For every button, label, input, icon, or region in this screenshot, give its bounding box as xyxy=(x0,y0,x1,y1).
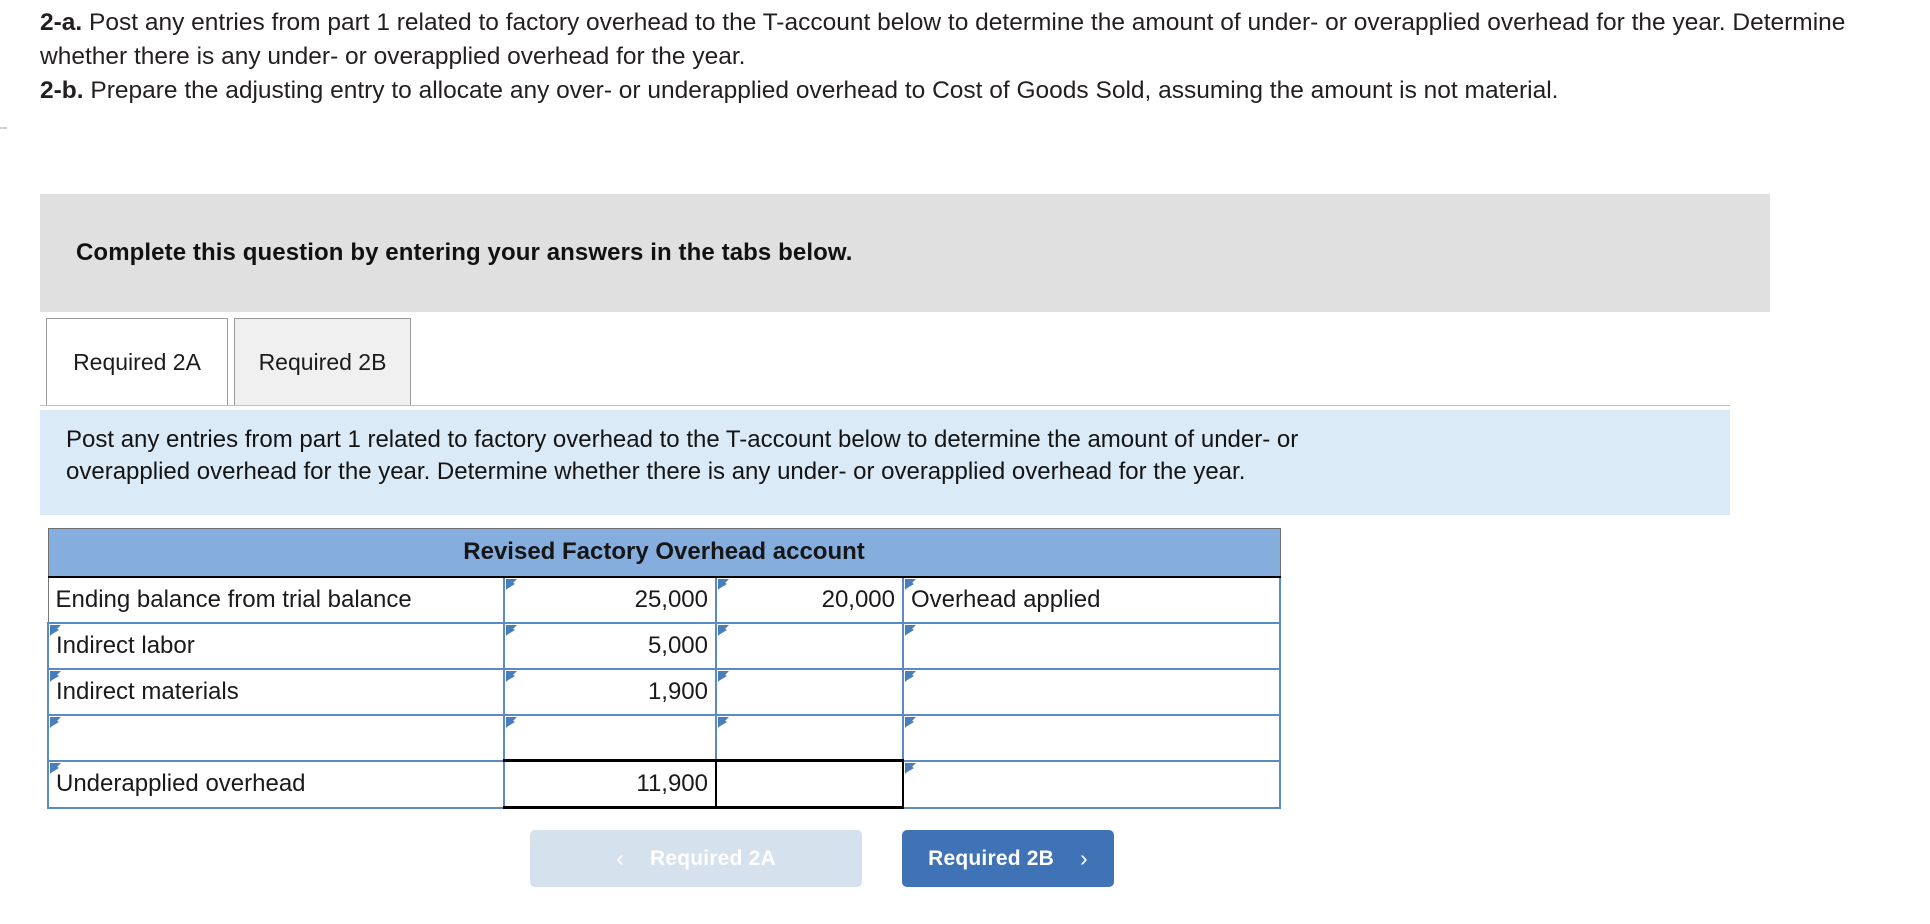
prompt-part-2b-label: 2-b. xyxy=(40,76,84,104)
previous-required-2a-button[interactable]: ‹ Required 2A xyxy=(530,830,862,887)
tab-required-2a[interactable]: Required 2A xyxy=(46,318,228,405)
debit-label-cell-1[interactable]: Ending balance from trial balance xyxy=(47,576,505,623)
credit-amount-cell-4[interactable] xyxy=(715,713,904,762)
table-row: Indirect labor 5,000 xyxy=(47,621,1282,670)
tab-instruction-line-1: Post any entries from part 1 related to … xyxy=(66,426,1299,453)
tab-bar: Required 2A Required 2B xyxy=(40,318,1730,408)
question-prompt: 2-a. Post any entries from part 1 relate… xyxy=(0,0,1930,107)
debit-amount-cell-1[interactable]: 25,000 xyxy=(503,575,717,624)
credit-label-text-1: Overhead applied xyxy=(911,585,1101,613)
previous-button-label: Required 2A xyxy=(649,846,776,870)
credit-label-cell-4[interactable] xyxy=(901,713,1282,762)
table-row-total: Underapplied overhead 11,900 xyxy=(47,759,1282,809)
debit-amount-cell-3[interactable]: 1,900 xyxy=(503,667,717,716)
tab-required-2b-label: Required 2B xyxy=(258,348,387,375)
debit-label-text-1: Ending balance from trial balance xyxy=(55,585,412,613)
table-row: Indirect materials 1,900 xyxy=(47,667,1282,716)
left-edge-artifact xyxy=(0,127,7,129)
instruction-banner-text: Complete this question by entering your … xyxy=(76,239,853,266)
instruction-banner: Complete this question by entering your … xyxy=(40,194,1770,312)
credit-amount-cell-1[interactable]: 20,000 xyxy=(715,576,904,623)
credit-amount-text-1: 20,000 xyxy=(821,585,895,613)
credit-label-cell-1[interactable]: Overhead applied xyxy=(901,575,1282,624)
t-account-header-row: Revised Factory Overhead account xyxy=(47,528,1281,578)
total-credit-label-cell[interactable] xyxy=(901,759,1282,809)
prompt-part-2b: 2-b. Prepare the adjusting entry to allo… xyxy=(40,74,1890,108)
debit-label-text-3: Indirect materials xyxy=(56,677,239,705)
tab-required-2a-label: Required 2A xyxy=(73,348,201,375)
debit-amount-text-2: 5,000 xyxy=(647,631,708,659)
t-account-title: Revised Factory Overhead account xyxy=(47,528,1281,578)
tab-bar-divider xyxy=(40,405,1730,406)
total-credit-amount-cell[interactable] xyxy=(715,759,904,809)
debit-amount-cell-2[interactable]: 5,000 xyxy=(503,621,717,670)
next-required-2b-button[interactable]: Required 2B › xyxy=(902,830,1114,887)
credit-label-cell-3[interactable] xyxy=(901,667,1282,716)
total-amount-cell[interactable]: 11,900 xyxy=(503,759,717,809)
debit-amount-cell-4[interactable] xyxy=(503,713,717,762)
footer-navigation: ‹ Required 2A Required 2B › xyxy=(530,830,1114,887)
credit-amount-cell-3[interactable] xyxy=(715,667,904,716)
tab-instruction-line-2: overapplied overhead for the year. Deter… xyxy=(66,457,1246,485)
prompt-part-2a-label: 2-a. xyxy=(40,9,83,36)
total-label-cell[interactable]: Underapplied overhead xyxy=(47,759,505,809)
prompt-part-2a-text: Post any entries from part 1 related to … xyxy=(40,9,1846,70)
table-row: Ending balance from trial balance 25,000… xyxy=(47,575,1282,624)
tab-required-2b[interactable]: Required 2B xyxy=(234,318,411,405)
credit-amount-cell-2[interactable] xyxy=(715,621,904,670)
credit-label-cell-2[interactable] xyxy=(901,621,1282,670)
prompt-part-2b-text: Prepare the adjusting entry to allocate … xyxy=(83,76,1559,104)
table-row xyxy=(47,713,1282,762)
next-button-label: Required 2B xyxy=(928,846,1055,870)
prompt-part-2a: 2-a. Post any entries from part 1 relate… xyxy=(40,6,1890,74)
debit-amount-text-1: 25,000 xyxy=(634,585,708,613)
chevron-left-icon: ‹ xyxy=(616,845,624,871)
debit-label-text-2: Indirect labor xyxy=(56,631,195,659)
tab-instruction-panel: Post any entries from part 1 related to … xyxy=(40,410,1730,515)
debit-label-cell-2[interactable]: Indirect labor xyxy=(47,621,505,670)
debit-label-cell-3[interactable]: Indirect materials xyxy=(47,667,505,716)
total-amount-text: 11,900 xyxy=(636,770,708,797)
t-account-table: Revised Factory Overhead account Ending … xyxy=(47,528,1282,809)
total-label-text: Underapplied overhead xyxy=(56,770,306,797)
debit-amount-text-3: 1,900 xyxy=(647,677,708,705)
chevron-right-icon: › xyxy=(1080,845,1088,871)
debit-label-cell-4[interactable] xyxy=(47,713,505,762)
